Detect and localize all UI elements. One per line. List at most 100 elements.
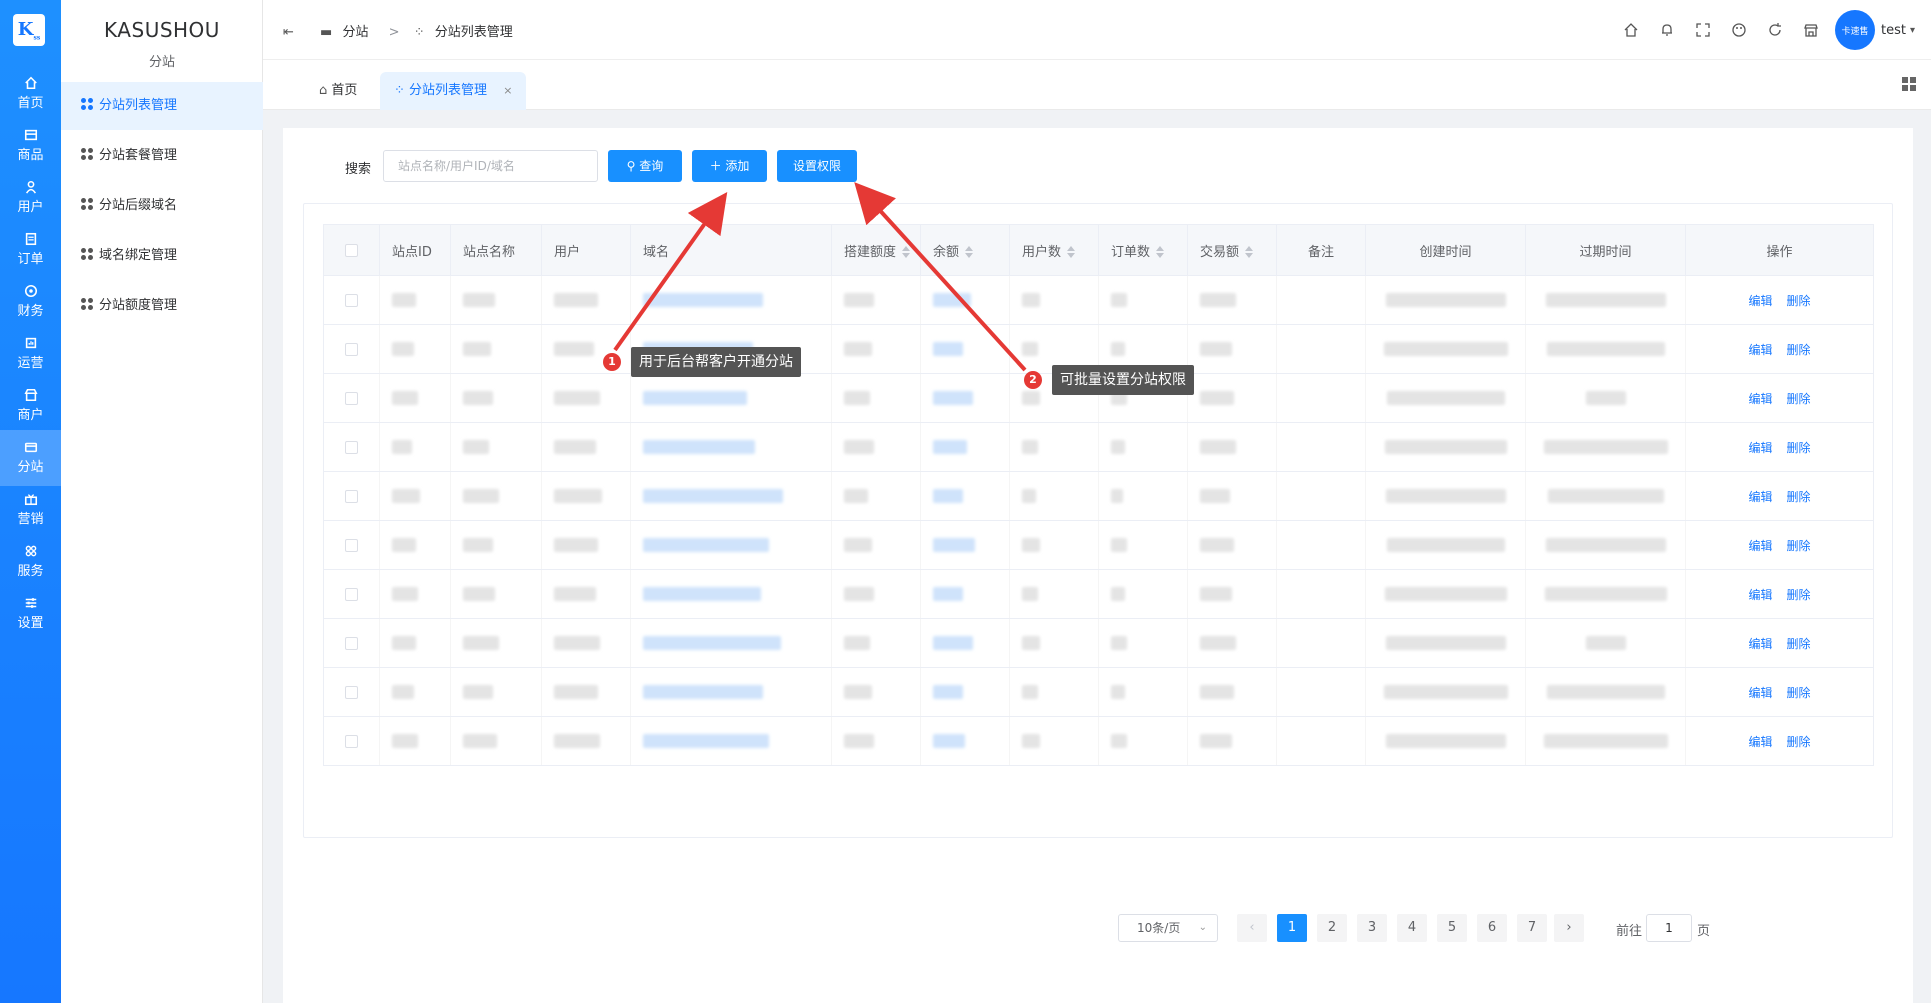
search-input[interactable] (383, 150, 598, 182)
row-checkbox[interactable] (345, 391, 358, 405)
store-button[interactable] (1793, 13, 1829, 47)
row-checkbox[interactable] (345, 538, 358, 552)
sort-icon[interactable] (902, 246, 911, 258)
page-number-button[interactable]: 7 (1517, 914, 1547, 942)
table-row[interactable]: 编辑 删除 (323, 422, 1874, 472)
sort-icon[interactable] (965, 246, 974, 258)
rail-item-goods[interactable]: 商品 (0, 118, 61, 174)
chevron-down-icon[interactable]: ▾ (1910, 25, 1915, 36)
column-header[interactable]: 用户数 (1009, 224, 1099, 276)
delete-link[interactable]: 删除 (1787, 441, 1811, 455)
redacted-value (844, 440, 874, 454)
page-number-button[interactable]: 4 (1397, 914, 1427, 942)
app-logo[interactable]: Kss (13, 14, 45, 46)
notification-button[interactable] (1649, 13, 1685, 47)
row-checkbox[interactable] (345, 587, 358, 601)
theme-button[interactable] (1721, 13, 1757, 47)
sort-icon[interactable] (1156, 246, 1165, 258)
next-page-button[interactable]: › (1554, 914, 1584, 942)
set-permission-button[interactable]: 设置权限 (777, 150, 857, 182)
table-row[interactable]: 编辑 删除 (323, 716, 1874, 766)
page-size-select[interactable]: 10条/页 ⌄ (1118, 914, 1218, 942)
sort-icon[interactable] (1245, 246, 1254, 258)
page-number-button[interactable]: 1 (1277, 914, 1307, 942)
edit-link[interactable]: 编辑 (1748, 294, 1772, 308)
sidebar-item-suffix-domain[interactable]: 分站后缀域名 (61, 182, 263, 230)
close-icon[interactable]: × (503, 84, 512, 97)
column-header[interactable]: 搭建额度 (831, 224, 921, 276)
sidebar-item-package[interactable]: 分站套餐管理 (61, 132, 263, 180)
sidebar-item-site-list[interactable]: 分站列表管理 (61, 82, 263, 130)
table-row[interactable]: 编辑 删除 (323, 569, 1874, 619)
avatar[interactable]: 卡速售 (1835, 10, 1875, 50)
edit-link[interactable]: 编辑 (1748, 735, 1772, 749)
breadcrumb-item[interactable]: 分站 (342, 25, 368, 40)
table-cell (831, 471, 921, 521)
tab-site-list[interactable]: ⁘ 分站列表管理 × (380, 72, 527, 110)
edit-link[interactable]: 编辑 (1748, 686, 1772, 700)
edit-link[interactable]: 编辑 (1748, 637, 1772, 651)
fullscreen-button[interactable] (1685, 13, 1721, 47)
collapse-menu-icon[interactable]: ⇤ (283, 25, 294, 40)
delete-link[interactable]: 删除 (1787, 539, 1811, 553)
delete-link[interactable]: 删除 (1787, 294, 1811, 308)
edit-link[interactable]: 编辑 (1748, 490, 1772, 504)
delete-link[interactable]: 删除 (1787, 637, 1811, 651)
grid-menu-icon[interactable] (1901, 76, 1917, 92)
page-number-button[interactable]: 6 (1477, 914, 1507, 942)
sidebar-item-quota[interactable]: 分站额度管理 (61, 282, 263, 330)
prev-page-button[interactable]: ‹ (1237, 914, 1267, 942)
edit-link[interactable]: 编辑 (1748, 343, 1772, 357)
sidebar-item-domain-binding[interactable]: 域名绑定管理 (61, 232, 263, 280)
delete-link[interactable]: 删除 (1787, 588, 1811, 602)
edit-link[interactable]: 编辑 (1748, 588, 1772, 602)
rail-item-home[interactable]: 首页 (0, 66, 61, 122)
home-button[interactable] (1613, 13, 1649, 47)
page-number-button[interactable]: 2 (1317, 914, 1347, 942)
row-checkbox[interactable] (345, 293, 358, 307)
rail-item-settings[interactable]: 设置 (0, 586, 61, 642)
select-all-checkbox[interactable] (345, 243, 358, 257)
row-checkbox[interactable] (345, 685, 358, 699)
delete-link[interactable]: 删除 (1787, 392, 1811, 406)
row-checkbox[interactable] (345, 440, 358, 454)
row-checkbox[interactable] (345, 636, 358, 650)
page-number-button[interactable]: 5 (1437, 914, 1467, 942)
column-header[interactable]: 余额 (920, 224, 1010, 276)
rail-item-substation[interactable]: 分站 (0, 430, 61, 486)
edit-link[interactable]: 编辑 (1748, 441, 1772, 455)
column-header[interactable]: 交易额 (1187, 224, 1277, 276)
redacted-value (463, 734, 497, 748)
rail-item-merchant[interactable]: 商户 (0, 378, 61, 434)
delete-link[interactable]: 删除 (1787, 735, 1811, 749)
rail-item-user[interactable]: 用户 (0, 170, 61, 226)
rail-item-finance[interactable]: 财务 (0, 274, 61, 330)
table-row[interactable]: 编辑 删除 (323, 667, 1874, 717)
edit-link[interactable]: 编辑 (1748, 392, 1772, 406)
column-header[interactable]: 订单数 (1098, 224, 1188, 276)
table-row[interactable]: 编辑 删除 (323, 520, 1874, 570)
row-checkbox[interactable] (345, 342, 358, 356)
add-button[interactable]: ＋ 添加 (692, 150, 767, 182)
delete-link[interactable]: 删除 (1787, 490, 1811, 504)
page-number-button[interactable]: 3 (1357, 914, 1387, 942)
row-checkbox[interactable] (345, 734, 358, 748)
delete-link[interactable]: 删除 (1787, 686, 1811, 700)
table-cell (920, 422, 1010, 472)
query-button[interactable]: ⚲ 查询 (608, 150, 682, 182)
rail-item-operation[interactable]: 运营 (0, 326, 61, 382)
edit-link[interactable]: 编辑 (1748, 539, 1772, 553)
table-row[interactable]: 编辑 删除 (323, 471, 1874, 521)
delete-link[interactable]: 删除 (1787, 343, 1811, 357)
rail-item-marketing[interactable]: 营销 (0, 482, 61, 538)
goto-page-input[interactable] (1646, 914, 1692, 942)
sort-icon[interactable] (1067, 246, 1076, 258)
username[interactable]: test (1881, 23, 1906, 38)
tab-home[interactable]: ⌂ 首页 (305, 72, 371, 110)
rail-item-service[interactable]: 服务 (0, 534, 61, 590)
row-checkbox[interactable] (345, 489, 358, 503)
refresh-button[interactable] (1757, 13, 1793, 47)
table-row[interactable]: 编辑 删除 (323, 618, 1874, 668)
table-row[interactable]: 编辑 删除 (323, 275, 1874, 325)
rail-item-order[interactable]: 订单 (0, 222, 61, 278)
